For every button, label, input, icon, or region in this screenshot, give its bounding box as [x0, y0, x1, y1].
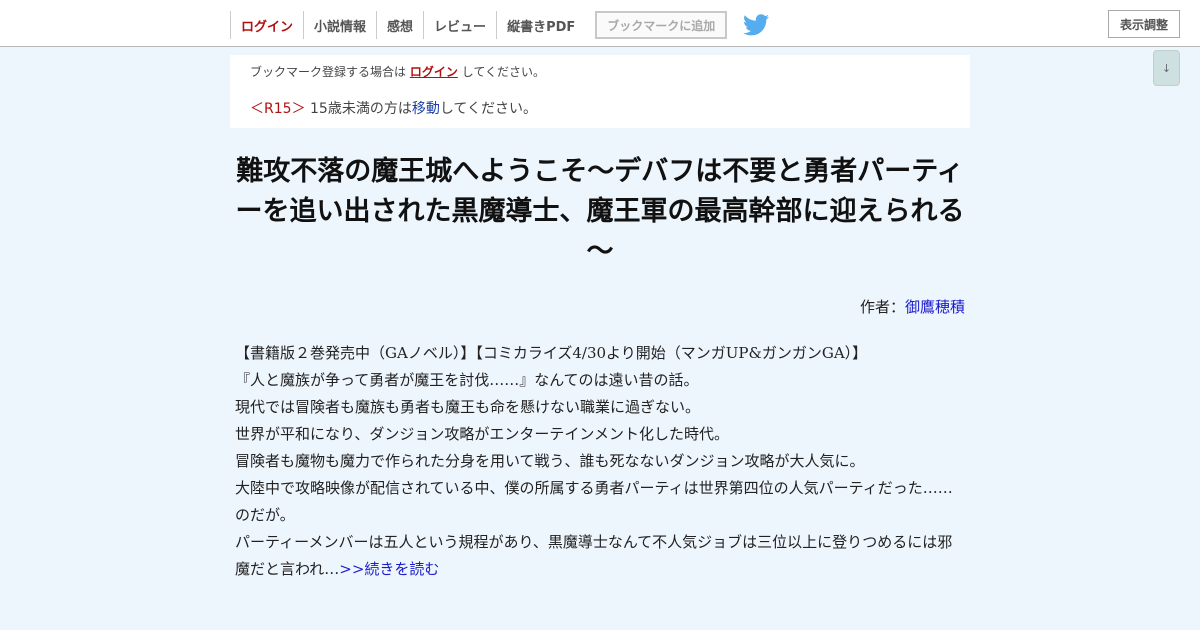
synopsis-line: 『人と魔族が争って勇者が魔王を討伐……』なんてのは遠い昔の話。	[235, 371, 699, 389]
twitter-icon[interactable]	[743, 14, 770, 36]
r15-notice-suffix: してください。	[439, 101, 537, 117]
synopsis-line-last: パーティーメンバーは五人という規程があり、黒魔導士なんて不人気ジョブは三位以上に…	[235, 529, 965, 583]
impressions-link[interactable]: 感想	[376, 11, 423, 39]
synopsis-line: 世界が平和になり、ダンジョン攻略がエンターテインメント化した時代。	[235, 425, 729, 443]
bookmark-notice-prefix: ブックマーク登録する場合は	[250, 65, 407, 79]
r15-move-link[interactable]: 移動	[412, 101, 440, 117]
synopsis-line: 冒険者も魔物も魔力で作られた分身を用いて戦う、誰も死なないダンジョン攻略が大人気…	[235, 452, 865, 470]
twitter-bird-icon	[743, 14, 770, 36]
review-link[interactable]: レビュー	[423, 11, 496, 39]
add-bookmark-button[interactable]: ブックマークに追加	[595, 11, 728, 39]
novel-nav: ログイン 小説情報 感想 レビュー 縦書きPDF ブックマークに追加	[230, 10, 770, 40]
synopsis-line: 【書籍版２巻発売中（GAノベル）】【コミカライズ4/30より開始（マンガUP&ガ…	[235, 344, 868, 362]
novel-title: 難攻不落の魔王城へようこそ～デバフは不要と勇者パーティーを追い出された黒魔導士、…	[235, 156, 965, 267]
login-link[interactable]: ログイン	[230, 11, 303, 39]
bookmark-login-link[interactable]: ログイン	[410, 65, 458, 79]
r15-notice: ＜R15＞ 15歳未満の方は移動してください。	[250, 98, 537, 118]
r15-notice-prefix: 15歳未満の方は	[310, 101, 412, 117]
r15-tag: ＜R15＞	[250, 101, 306, 117]
vertical-pdf-link[interactable]: 縦書きPDF	[496, 11, 585, 39]
read-more-link[interactable]: >>続きを読む	[339, 560, 439, 578]
novel-info-link[interactable]: 小説情報	[303, 11, 376, 39]
display-settings-button[interactable]: 表示調整	[1108, 10, 1180, 38]
author-line: 作者：御鷹穂積	[860, 296, 965, 317]
bookmark-notice-suffix: してください。	[461, 65, 545, 79]
top-bar: ログイン 小説情報 感想 レビュー 縦書きPDF ブックマークに追加 表示調整	[0, 0, 1200, 47]
synopsis: 【書籍版２巻発売中（GAノベル）】【コミカライズ4/30より開始（マンガUP&ガ…	[235, 340, 965, 583]
bookmark-notice: ブックマーク登録する場合は ログイン してください。	[250, 63, 545, 80]
scroll-down-button[interactable]: ↓	[1153, 50, 1180, 86]
author-label: 作者：	[859, 298, 905, 316]
author-link[interactable]: 御鷹穂積	[905, 298, 965, 316]
notice-box: ブックマーク登録する場合は ログイン してください。 ＜R15＞ 15歳未満の方…	[230, 55, 970, 128]
synopsis-line: 現代では冒険者も魔族も勇者も魔王も命を懸けない職業に過ぎない。	[235, 398, 701, 416]
synopsis-line: 大陸中で攻略映像が配信されている中、僕の所属する勇者パーティは世界第四位の人気パ…	[235, 479, 953, 524]
